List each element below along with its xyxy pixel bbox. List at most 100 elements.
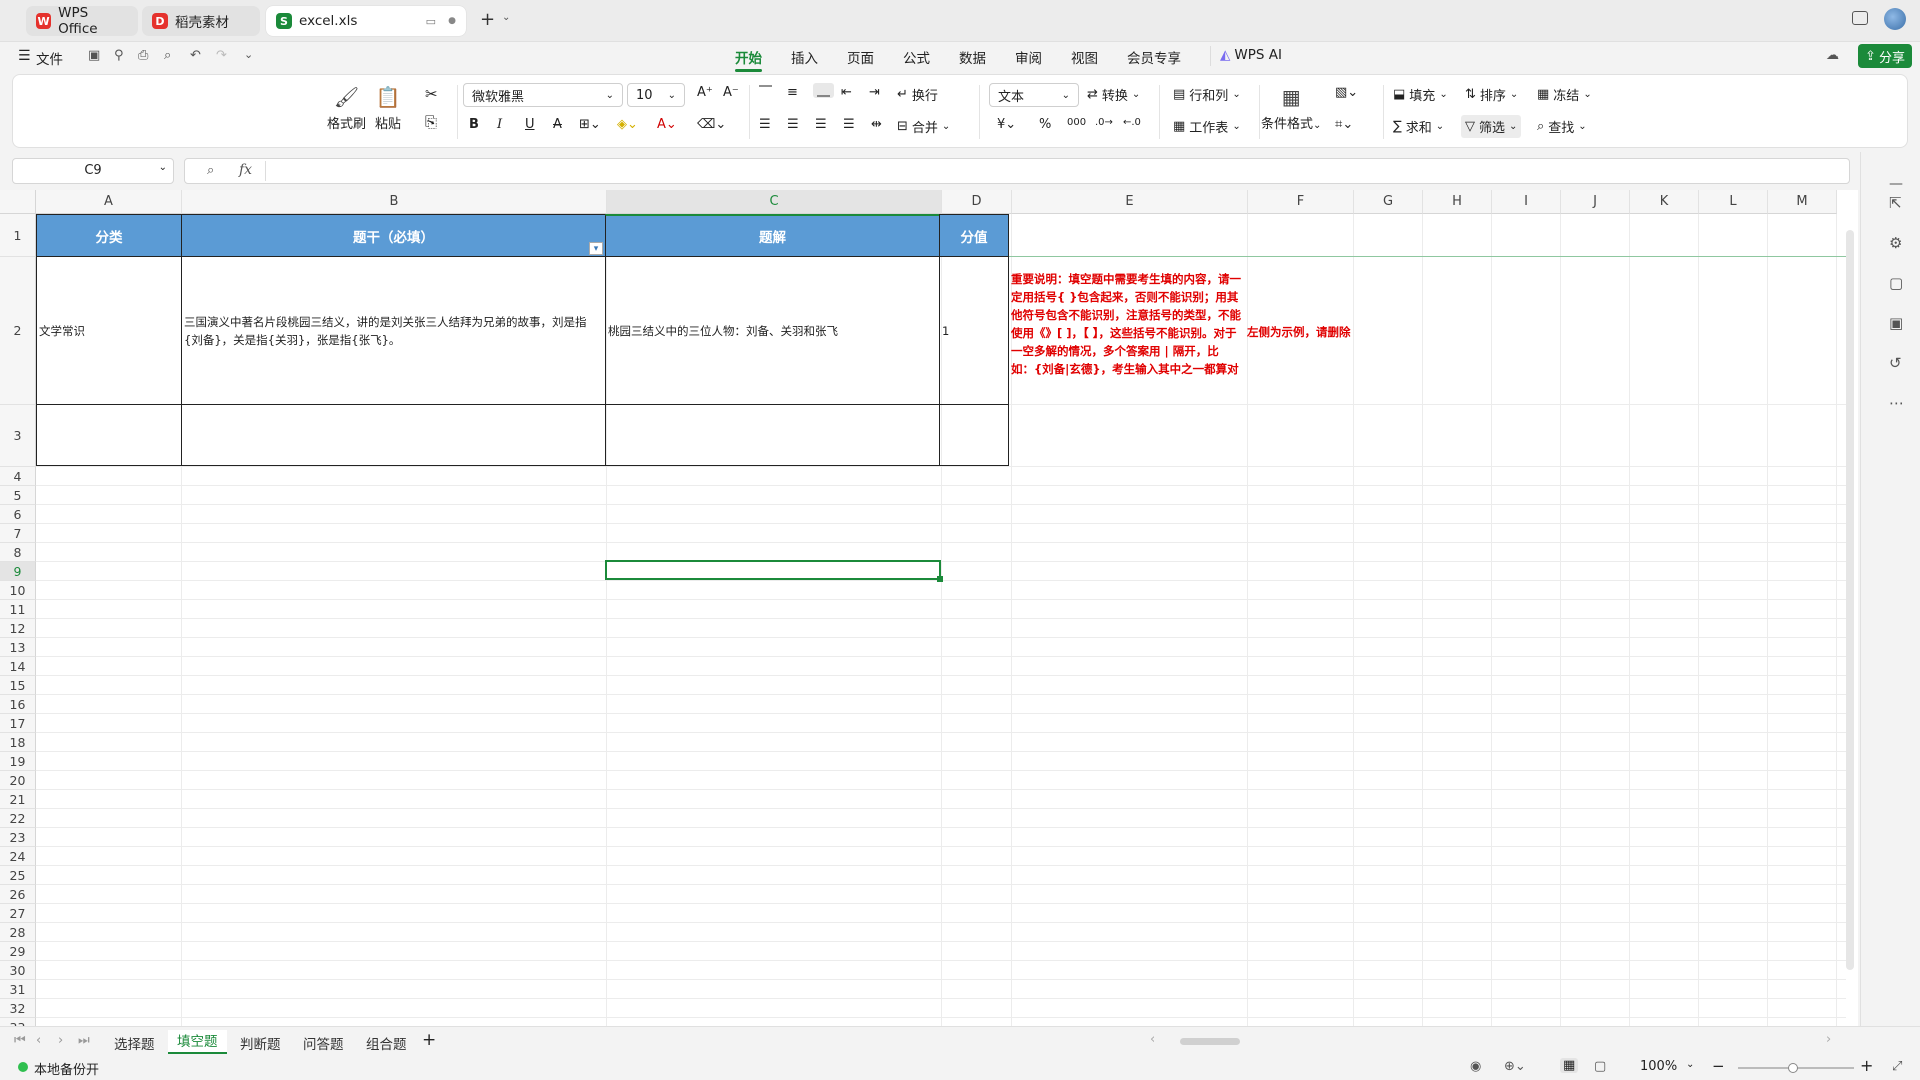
wps-ai-button[interactable]: ◭ WPS AI	[1220, 47, 1282, 63]
currency-icon[interactable]: ¥⌄	[997, 117, 1016, 132]
align-left-icon[interactable]: ☰	[759, 117, 771, 132]
sheet-tab-fill[interactable]: 填空题	[168, 1030, 227, 1054]
filter-button[interactable]: ▽ 筛选 ⌄	[1461, 115, 1522, 138]
cell-b3[interactable]	[181, 404, 606, 466]
row-header-28[interactable]: 28	[0, 923, 36, 942]
row-header-27[interactable]: 27	[0, 904, 36, 923]
fill-color-icon[interactable]: ◈⌄	[617, 117, 638, 132]
monitor-icon[interactable]: ▭	[426, 15, 436, 28]
locate-icon[interactable]: ⊕⌄	[1504, 1059, 1526, 1074]
decrease-font-icon[interactable]: A⁻	[723, 85, 739, 100]
fill-button[interactable]: ⬓ 填充 ⌄	[1393, 85, 1448, 104]
print-icon[interactable]: ⎙	[138, 48, 148, 63]
more-chevron-icon[interactable]: ⌄	[244, 48, 253, 61]
row-header-30[interactable]: 30	[0, 961, 36, 980]
row-header-18[interactable]: 18	[0, 733, 36, 752]
row-header-2[interactable]: 2	[0, 257, 36, 405]
header-cell-category[interactable]: 分类	[36, 214, 182, 257]
zoom-level[interactable]: 100%	[1640, 1059, 1677, 1074]
row-header-7[interactable]: 7	[0, 524, 36, 543]
find-button[interactable]: ⌕ 查找 ⌄	[1537, 117, 1587, 136]
vertical-scrollbar[interactable]	[1846, 230, 1854, 970]
chevron-down-icon[interactable]: ⌄	[502, 12, 510, 23]
cell-c2[interactable]: 桃园三结义中的三位人物：刘备、关羽和张飞	[605, 256, 940, 405]
save-icon[interactable]: ▣	[88, 48, 100, 63]
scroll-left-icon[interactable]: ‹	[1150, 1032, 1155, 1047]
instruction-note[interactable]: 重要说明：填空题中需要考生填的内容，请一定用括号{ }包含起来，否则不能识别；用…	[1011, 270, 1241, 378]
column-header-b[interactable]: B	[182, 190, 607, 214]
cursor-icon[interactable]: ⇱	[1889, 194, 1902, 212]
sum-button[interactable]: ∑ 求和 ⌄	[1393, 117, 1444, 136]
tab-excel[interactable]: S excel.xls ▭ ●	[266, 6, 466, 36]
strikethrough-icon[interactable]: A	[553, 117, 562, 132]
row-header-12[interactable]: 12	[0, 619, 36, 638]
indent-decrease-icon[interactable]: ⇤	[841, 85, 852, 100]
comment-icon[interactable]: ▢	[1889, 274, 1903, 292]
column-header-k[interactable]: K	[1630, 190, 1699, 214]
header-cell-score[interactable]: 分值	[939, 214, 1009, 257]
cut-icon[interactable]: ✂	[425, 85, 438, 103]
horizontal-scrollbar[interactable]	[1180, 1038, 1240, 1045]
history-icon[interactable]: ↺	[1889, 354, 1902, 372]
cell-style-icon[interactable]: ▧⌄	[1335, 85, 1358, 100]
cell-b2[interactable]: 三国演义中著名片段桃园三结义，讲的是刘关张三人结拜为兄弟的故事，刘是指{刘备}，…	[181, 256, 606, 405]
zoom-out-icon[interactable]: −	[1712, 1057, 1725, 1075]
row-header-5[interactable]: 5	[0, 486, 36, 505]
menu-home[interactable]: 开始	[735, 47, 762, 72]
print-preview-icon[interactable]: ⌕	[164, 48, 171, 63]
column-header-d[interactable]: D	[942, 190, 1012, 214]
row-header-11[interactable]: 11	[0, 600, 36, 619]
more-icon[interactable]: ⋯	[1889, 394, 1904, 412]
row-header-10[interactable]: 10	[0, 581, 36, 600]
align-right-icon[interactable]: ☰	[815, 117, 827, 132]
align-center-icon[interactable]: ☰	[787, 117, 799, 132]
sheet-tab-judge[interactable]: 判断题	[240, 1033, 281, 1053]
column-header-a[interactable]: A	[36, 190, 182, 214]
thousands-icon[interactable]: 000	[1067, 117, 1086, 128]
copy-icon[interactable]: ⎘	[425, 113, 437, 131]
menu-insert[interactable]: 插入	[791, 47, 818, 67]
filter-dropdown-icon[interactable]: ▾	[589, 242, 603, 255]
zoom-formula-icon[interactable]: ⌕	[207, 163, 214, 178]
pin-icon[interactable]: ⚲	[114, 48, 124, 63]
increase-font-icon[interactable]: A⁺	[697, 85, 713, 100]
share-button[interactable]: ⇪ 分享	[1858, 44, 1912, 68]
row-header-1[interactable]: 1	[0, 214, 36, 257]
new-tab-icon[interactable]: +	[480, 9, 495, 30]
page-view-icon[interactable]: ▢	[1594, 1059, 1606, 1074]
cloud-icon[interactable]: ☁	[1826, 48, 1839, 63]
row-header-3[interactable]: 3	[0, 405, 36, 467]
number-format-select[interactable]: 文本 ⌄	[989, 83, 1079, 107]
row-header-13[interactable]: 13	[0, 638, 36, 657]
italic-icon[interactable]: I	[497, 117, 502, 132]
column-header-l[interactable]: L	[1699, 190, 1768, 214]
row-header-24[interactable]: 24	[0, 847, 36, 866]
cell-a3[interactable]	[36, 404, 182, 466]
chevron-down-icon[interactable]: ⌄	[1686, 1059, 1694, 1070]
spreadsheet-grid[interactable]: ABCDEFGHIJKLM 1 2 3 4 5 6 7 8 9 10 11 12 13 14 15 16 17 1…	[0, 190, 1858, 1026]
font-color-icon[interactable]: A⌄	[657, 117, 677, 132]
clear-format-icon[interactable]: ⌫⌄	[697, 117, 726, 132]
cell-a2[interactable]: 文学常识	[36, 256, 182, 405]
font-family-select[interactable]: 微软雅黑 ⌄	[463, 83, 623, 107]
column-header-j[interactable]: J	[1561, 190, 1630, 214]
select-all-corner[interactable]	[0, 190, 36, 214]
conditional-format-button[interactable]: ▦ 条件格式⌄	[1261, 85, 1321, 132]
row-header-32[interactable]: 32	[0, 999, 36, 1018]
column-header-e[interactable]: E	[1012, 190, 1248, 214]
column-header-i[interactable]: I	[1492, 190, 1561, 214]
sheet-tab-combo[interactable]: 组合题	[366, 1033, 407, 1053]
cell-d2[interactable]: 1	[939, 256, 1009, 405]
worksheet-button[interactable]: ▦ 工作表 ⌄	[1173, 117, 1241, 136]
wrap-text-button[interactable]: ↵ 换行	[897, 85, 938, 104]
row-header-26[interactable]: 26	[0, 885, 36, 904]
percent-icon[interactable]: %	[1039, 117, 1051, 132]
border-icon[interactable]: ⊞⌄	[579, 117, 601, 132]
row-header-8[interactable]: 8	[0, 543, 36, 562]
cell-d3[interactable]	[939, 404, 1009, 466]
align-top-icon[interactable]: ⎺	[759, 85, 772, 100]
column-header-f[interactable]: F	[1248, 190, 1354, 214]
increase-decimal-icon[interactable]: .0→	[1095, 117, 1113, 128]
format-painter-button[interactable]: 🖌 格式刷	[327, 85, 366, 132]
split-view-icon[interactable]	[1852, 11, 1868, 25]
